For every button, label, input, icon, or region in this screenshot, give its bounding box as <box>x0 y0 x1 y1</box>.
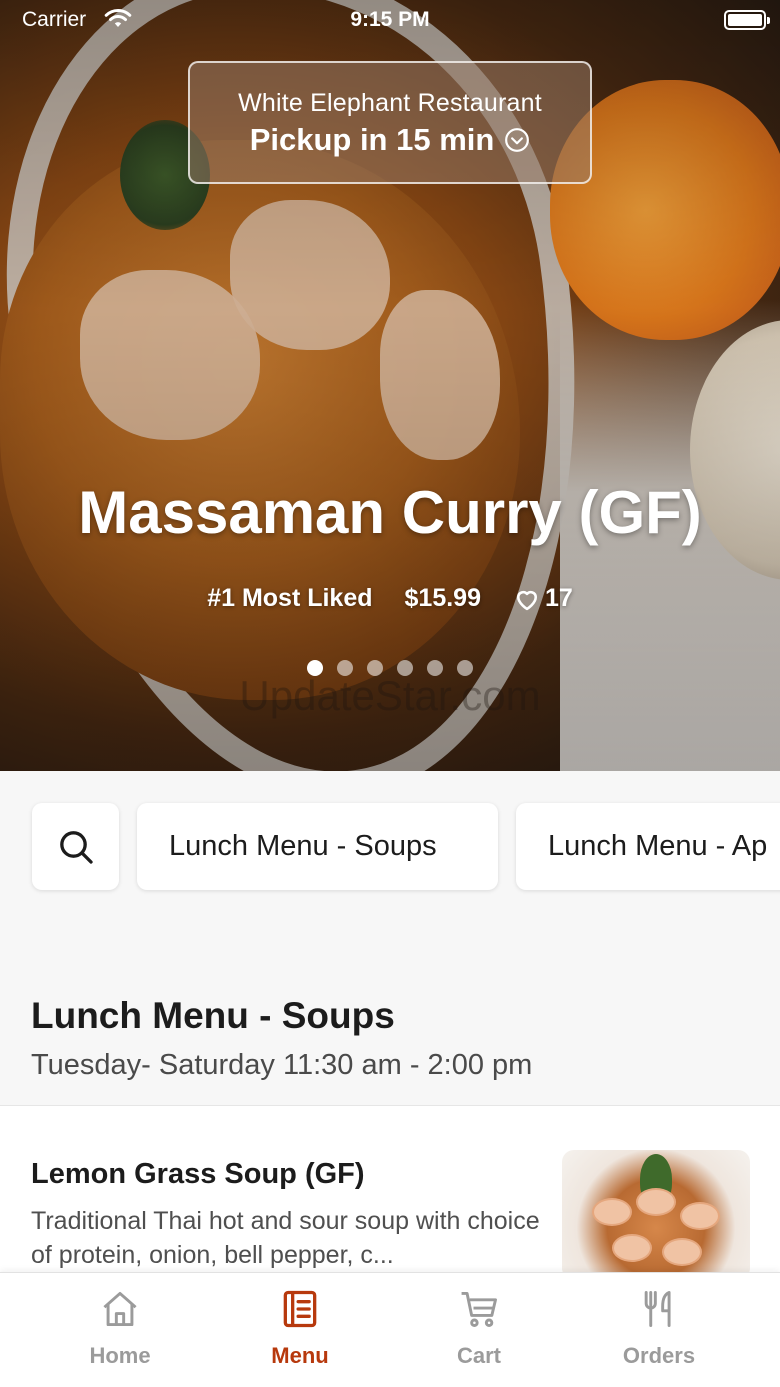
menu-icon <box>283 1290 317 1328</box>
featured-price: $15.99 <box>404 584 481 612</box>
shrimp <box>636 1188 676 1216</box>
tab-menu-label: Menu <box>271 1343 329 1368</box>
category-tab-appetizers[interactable]: Lunch Menu - Ap <box>516 803 780 890</box>
search-icon <box>59 830 93 864</box>
section-hours: Tuesday- Saturday 11:30 am - 2:00 pm <box>31 1049 533 1081</box>
tab-cart[interactable]: Cart <box>409 1287 549 1369</box>
bottom-tab-bar: Home Menu Cart Orders <box>0 1272 780 1387</box>
featured-likes-count: 17 <box>544 584 573 612</box>
category-tab-soups[interactable]: Lunch Menu - Soups <box>137 803 498 890</box>
battery-icon <box>724 10 770 30</box>
status-bar: Carrier 9:15 PM <box>0 0 780 40</box>
chevron-down-circle-icon <box>505 128 530 152</box>
search-button[interactable] <box>32 803 119 890</box>
tab-cart-label: Cart <box>456 1343 501 1368</box>
cart-icon <box>461 1291 497 1327</box>
pickup-selector[interactable]: White Elephant Restaurant Pickup in 15 m… <box>188 61 592 184</box>
section-header: Lunch Menu - Soups Tuesday- Saturday 11:… <box>0 921 780 1105</box>
tab-home[interactable]: Home <box>50 1287 190 1369</box>
shrimp <box>612 1234 652 1262</box>
pickup-time-label: Pickup in 15 min <box>249 122 495 157</box>
tab-orders-label: Orders <box>622 1343 696 1368</box>
featured-meta: #1 Most Liked $15.99 17 <box>0 584 780 613</box>
menu-item[interactable]: Lemon Grass Soup (GF) Traditional Thai h… <box>0 1105 780 1280</box>
app-screen: Massaman Curry (GF) #1 Most Liked $15.99… <box>0 0 780 1387</box>
tab-menu[interactable]: Menu <box>230 1287 370 1369</box>
menu-item-name: Lemon Grass Soup (GF) <box>31 1158 365 1190</box>
pickup-time: Pickup in 15 min <box>190 122 590 158</box>
status-time: 9:15 PM <box>350 8 430 31</box>
tab-home-label: Home <box>89 1343 151 1368</box>
tab-orders[interactable]: Orders <box>589 1287 729 1369</box>
section-title: Lunch Menu - Soups <box>31 995 395 1036</box>
watermark: UpdateStar.com <box>239 672 541 719</box>
category-bar: Lunch Menu - Soups Lunch Menu - Ap <box>0 771 780 921</box>
shrimp <box>680 1202 720 1230</box>
shrimp <box>662 1238 702 1266</box>
heart-icon <box>516 590 538 610</box>
featured-rank: #1 Most Liked <box>207 584 373 612</box>
utensils-icon <box>644 1291 671 1327</box>
menu-item-image <box>562 1150 750 1280</box>
featured-likes[interactable]: 17 <box>513 584 573 613</box>
restaurant-name: White Elephant Restaurant <box>238 89 542 117</box>
menu-item-description: Traditional Thai hot and sour soup with … <box>31 1207 540 1269</box>
featured-title: Massaman Curry (GF) <box>78 479 702 546</box>
shrimp <box>592 1198 632 1226</box>
home-icon <box>103 1291 137 1327</box>
